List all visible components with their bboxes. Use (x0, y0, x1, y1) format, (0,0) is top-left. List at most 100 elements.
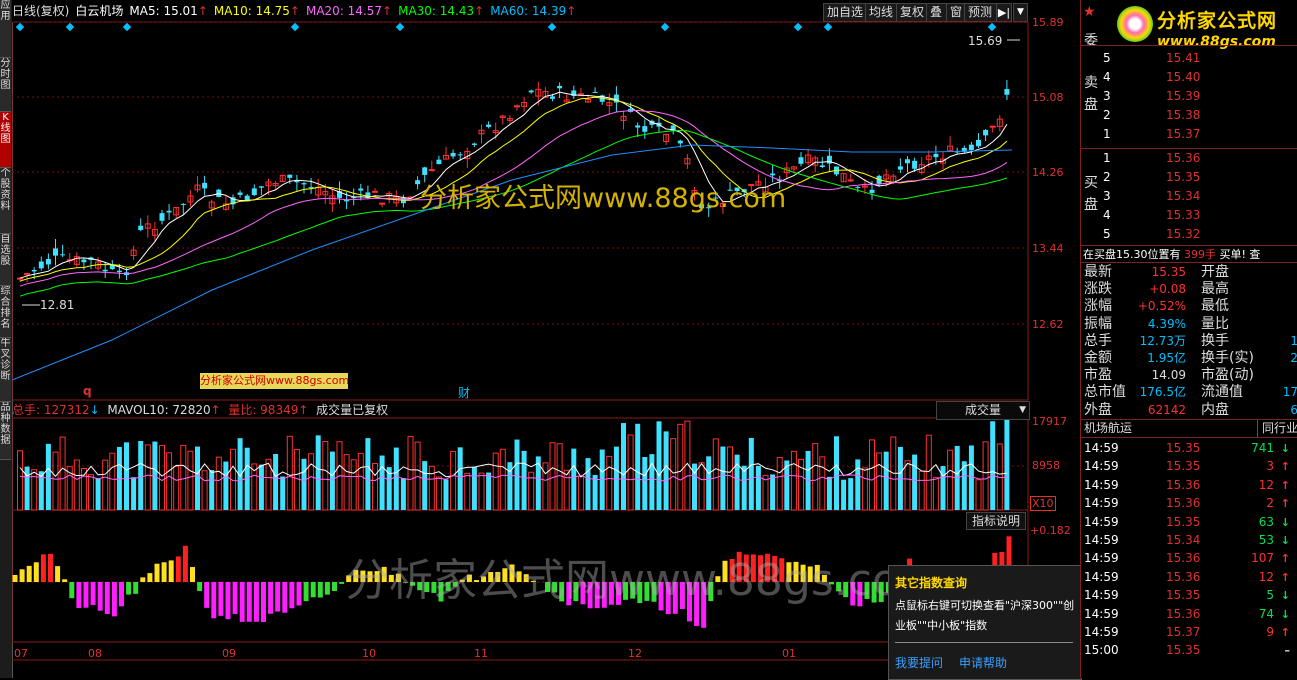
sell-level-row[interactable]: 315.39 (1081, 88, 1297, 105)
event-diamond-icon (794, 23, 802, 31)
left-tab-2[interactable]: K线图 (0, 112, 11, 168)
volume-bar (74, 460, 79, 510)
volume-note: 成交量已复权 (316, 403, 388, 417)
left-tab-6[interactable]: 牛叉诊断 (0, 338, 11, 402)
left-tab-4[interactable]: 自选股 (0, 234, 11, 286)
quote-value: +0.08 (1149, 281, 1186, 298)
indicator-bar (155, 564, 160, 582)
volume-bar (223, 462, 228, 510)
date-axis-label: 09 (222, 647, 236, 660)
ticks-header-left[interactable]: 机场航运 (1084, 420, 1132, 437)
quote-row: 振幅4.39%量比 (1081, 316, 1297, 333)
volume-bar (969, 445, 974, 510)
candle-body (472, 144, 477, 145)
sell-level-row[interactable]: 115.37 (1081, 126, 1297, 143)
buy-level-row[interactable]: 515.32 (1081, 226, 1297, 243)
quote-row: 金额1.95亿换手(实)2 (1081, 350, 1297, 367)
candle-body (1004, 89, 1009, 95)
buy-level-row[interactable]: 115.36 (1081, 150, 1297, 167)
down-arrow-icon: ↓ (1281, 606, 1290, 623)
indicator-bar (76, 582, 81, 608)
level-price: 15.38 (1166, 107, 1200, 124)
quote-row: 总市值176.5亿流通值17 (1081, 384, 1297, 401)
left-tab-1[interactable]: 分时图 (0, 58, 11, 112)
tick-volume: 107 (1251, 550, 1274, 567)
candle-body (529, 90, 534, 92)
order-status-count: 399手 (1184, 248, 1216, 261)
level-index: 5 (1103, 226, 1111, 243)
star-icon[interactable]: ★ (1083, 4, 1096, 20)
left-tab-0[interactable]: 应用 (0, 0, 11, 58)
sell-level-row[interactable]: 415.40 (1081, 69, 1297, 86)
left-tab-3[interactable]: 个股资料 (0, 168, 11, 234)
candle-body (976, 140, 981, 146)
candle-body (933, 154, 938, 157)
sell-level-row[interactable]: 515.41 (1081, 50, 1297, 67)
ticks-header-right[interactable]: 同行业 (1257, 420, 1297, 437)
indicator-bar (162, 562, 167, 582)
indicator-bar (147, 573, 152, 582)
volume-bar (309, 454, 314, 510)
indicator-bar (27, 566, 32, 582)
right-panel: ★ 分析家公式网 www.88gs.com 委 卖盘 买盘 515.41415.… (1080, 0, 1297, 678)
volume-bar (103, 460, 108, 510)
tick-volume: 2 (1266, 495, 1274, 512)
indicator-bar (140, 577, 145, 582)
popup-link-ask[interactable]: 我要提问 (895, 654, 943, 671)
level-index: 3 (1103, 88, 1111, 105)
indicator-bar (311, 582, 316, 597)
indicator-bar (84, 582, 89, 608)
quote-row: 总手12.73万换手1 (1081, 333, 1297, 350)
buy-level-row[interactable]: 215.35 (1081, 169, 1297, 186)
event-marker-q[interactable]: q (83, 384, 92, 398)
watermark-main: 分析家公式网www.88gs.com (420, 176, 786, 215)
left-tab-7[interactable]: 品种数据 (0, 402, 11, 460)
candle-body (436, 160, 441, 164)
candle-body (905, 159, 910, 163)
volume-bar (188, 451, 193, 510)
event-diamond-icon (16, 23, 24, 31)
volume-bar (316, 435, 321, 510)
volume-bar (394, 448, 399, 510)
popup-divider (895, 642, 1073, 643)
volume-bar (550, 443, 555, 510)
sell-level-row[interactable]: 215.38 (1081, 107, 1297, 124)
watermark-bottom: 分析家公式网www.88gs.com (345, 544, 942, 608)
volume-bar (515, 440, 520, 510)
tick-price: 15.36 (1166, 477, 1200, 494)
indicator-bar (126, 582, 131, 595)
watermark-small: 分析家公式网www.88gs.com (200, 373, 348, 389)
tick-row: 14:5915.3563↓ (1081, 514, 1297, 531)
volume-bar (841, 480, 846, 510)
indicator-bar (41, 554, 46, 582)
tick-row: 14:5915.362↑ (1081, 495, 1297, 512)
indicator-bar (339, 582, 344, 584)
popup-link-help[interactable]: 申请帮助 (959, 654, 1007, 671)
tick-volume: 63 (1259, 514, 1274, 531)
volume-bar (96, 478, 101, 510)
quote-label: 总手 (1084, 333, 1112, 350)
candle-body (46, 259, 51, 264)
quote-value: 1.95亿 (1147, 350, 1186, 367)
volume-bar (358, 453, 363, 510)
volume-dropdown[interactable]: 成交量 ▼ (936, 401, 1030, 420)
candle-body (486, 125, 491, 127)
volume-bar (827, 477, 832, 510)
indicator-help-button[interactable]: 指标说明 (966, 512, 1026, 530)
level-price: 15.35 (1166, 169, 1200, 186)
indicator-bar (325, 582, 330, 595)
volume-bar (586, 458, 591, 510)
candle-body (451, 153, 456, 157)
volume-bar (131, 477, 136, 510)
level-index: 2 (1103, 107, 1111, 124)
volume-bar (145, 445, 150, 510)
event-marker-cai[interactable]: 财 (458, 384, 470, 401)
candle-body (39, 262, 44, 269)
buy-level-row[interactable]: 415.33 (1081, 207, 1297, 224)
left-tab-5[interactable]: 综合排名 (0, 286, 11, 338)
level-index: 1 (1103, 126, 1111, 143)
candle-body (373, 191, 378, 192)
buy-level-row[interactable]: 315.34 (1081, 188, 1297, 205)
level-price: 15.40 (1166, 69, 1200, 86)
tick-volume: 3 (1266, 458, 1274, 475)
